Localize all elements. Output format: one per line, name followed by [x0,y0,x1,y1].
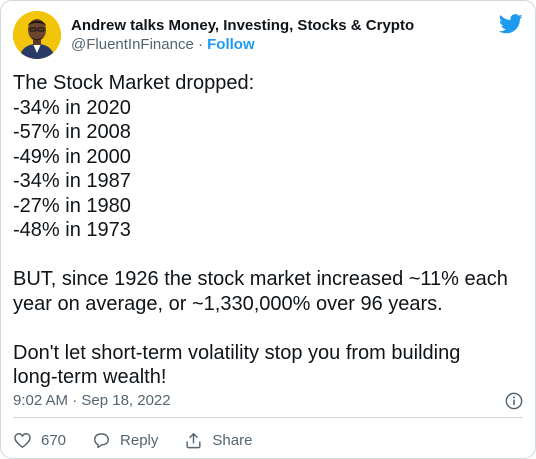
tweet-card: Andrew talks Money, Investing, Stocks & … [0,0,536,459]
reply-icon [94,432,109,448]
avatar-portrait [13,11,61,59]
share-icon [186,432,201,448]
tweet-line: long-term wealth! [13,366,167,388]
tweet-line: year on average, or ~1,330,000% over 96 … [13,292,443,315]
heart-icon [14,432,31,448]
follow-button[interactable]: Follow [207,36,255,53]
divider [13,417,523,418]
author-display-name[interactable]: Andrew talks Money, Investing, Stocks & … [71,17,414,35]
tweet-line: -27% in 1980 [13,194,131,217]
tweet-line: -34% in 1987 [13,170,131,192]
author-block: Andrew talks Money, Investing, Stocks & … [71,17,414,55]
tweet-line: The Stock Market dropped: [13,72,255,94]
tweet-text: The Stock Market dropped: -34% in 2020 -… [13,71,523,390]
info-icon[interactable] [505,392,523,410]
tweet-line: BUT, since 1926 the stock market increas… [13,268,508,290]
tweet-line: -34% in 2020 [13,96,131,119]
tweet-header: Andrew talks Money, Investing, Stocks & … [13,11,523,59]
action-bar: 670 Reply Share [13,425,278,455]
handle-row: @FluentInFinance · Follow [71,35,414,55]
avatar[interactable] [13,11,61,59]
handle-separator: · [193,36,208,53]
reply-button[interactable]: Reply [92,431,158,450]
tweet-meta: 9:02 AM · Sep 18, 2022 [13,390,523,412]
share-button[interactable]: Share [184,431,252,450]
like-count: 670 [41,431,67,449]
tweet-line: Don't let short-term volatility stop you… [13,341,461,364]
like-button[interactable]: 670 [13,431,66,450]
tweet-line: -49% in 2000 [13,145,131,168]
twitter-bird-icon[interactable] [499,13,523,35]
tweet-line: -57% in 2008 [13,121,131,143]
tweet-line: -48% in 1973 [13,219,131,241]
author-handle[interactable]: @FluentInFinance [71,36,194,53]
tweet-timestamp[interactable]: 9:02 AM · Sep 18, 2022 [13,392,171,409]
share-label: Share [212,431,253,449]
reply-label: Reply [120,431,159,449]
